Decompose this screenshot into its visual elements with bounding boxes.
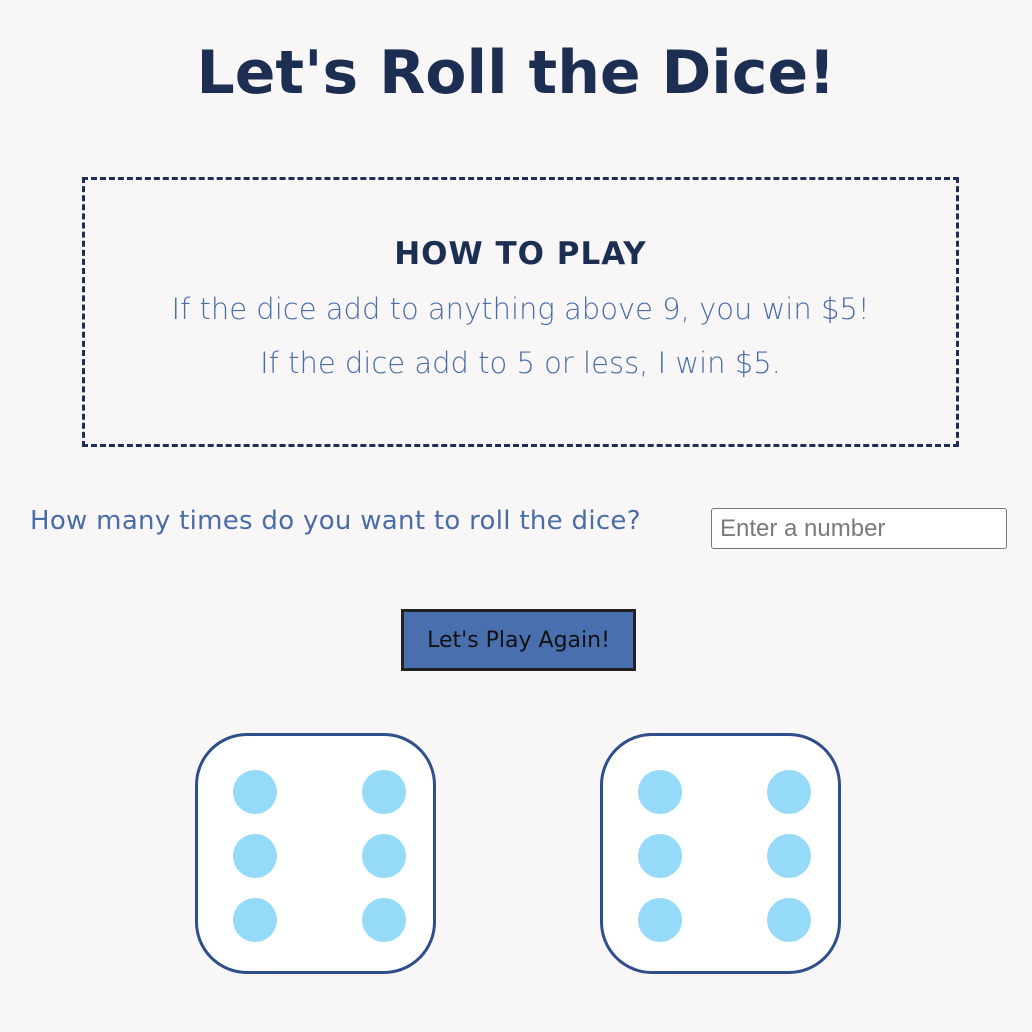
die-pip xyxy=(362,834,406,878)
play-again-button[interactable]: Let's Play Again! xyxy=(401,609,636,671)
die-pip xyxy=(233,898,277,942)
how-to-play-box: HOW TO PLAY If the dice add to anything … xyxy=(82,177,959,447)
die-right xyxy=(600,733,841,974)
die-pip xyxy=(233,770,277,814)
roll-count-input[interactable] xyxy=(711,508,1007,549)
die-pip xyxy=(638,834,682,878)
how-to-play-heading: HOW TO PLAY xyxy=(394,236,647,272)
die-pip xyxy=(767,898,811,942)
page-title: Let's Roll the Dice! xyxy=(196,38,836,108)
rule-lose-text: If the dice add to 5 or less, I win $5. xyxy=(260,346,781,380)
die-pip xyxy=(638,770,682,814)
die-pip xyxy=(362,770,406,814)
die-pip xyxy=(233,834,277,878)
die-pip xyxy=(638,898,682,942)
die-pip xyxy=(362,898,406,942)
rule-win-text: If the dice add to anything above 9, you… xyxy=(171,292,870,326)
die-pip xyxy=(767,834,811,878)
die-pip xyxy=(767,770,811,814)
die-left xyxy=(195,733,436,974)
roll-count-label: How many times do you want to roll the d… xyxy=(30,506,641,536)
